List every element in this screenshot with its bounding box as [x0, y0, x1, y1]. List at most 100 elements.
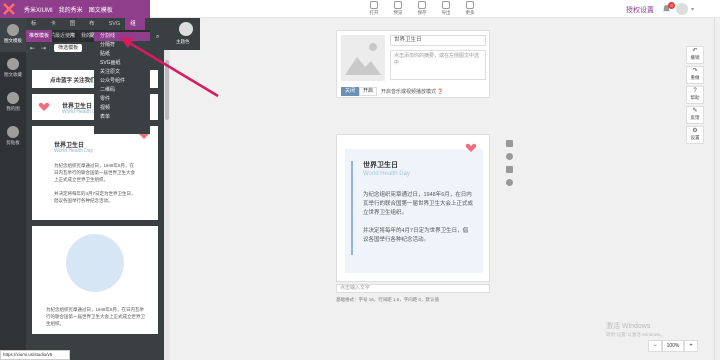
dropdown-item[interactable]: 公众号组件 [94, 77, 150, 86]
chevron-down-icon[interactable]: ▾ [691, 6, 694, 13]
tab-image[interactable]: 图片 [65, 18, 84, 39]
heart-icon [465, 143, 477, 152]
rail-label: 剪贴板 [6, 140, 20, 145]
music-off-button[interactable]: 关闭 [341, 87, 359, 96]
music-mode-text: 开启音乐或视频播放模式 [381, 89, 437, 95]
toolbar: 打开 预览 保存 导出 更多 [362, 1, 482, 16]
redo-icon: ↷ [692, 68, 698, 74]
canvas-side-tools [506, 140, 516, 192]
left-rail: 图文模板 图文收藏 我的图 剪贴板 [0, 18, 26, 360]
top-bar: 秀米XIUMI 我的秀米 图文模板 打开 预览 保存 导出 更多 授权设置 3 … [0, 0, 720, 18]
xiumi-logo-icon[interactable] [0, 0, 18, 18]
theme-color-label: 主题色 [176, 39, 190, 44]
zoom-in-icon[interactable]: + [684, 340, 698, 352]
chart-icon[interactable] [506, 166, 513, 173]
rail-item-graphic-templates[interactable]: 图文模板 [0, 18, 26, 52]
tab-layout[interactable]: 布局 [84, 18, 103, 39]
dropdown-item[interactable]: 视频 [94, 104, 150, 113]
arrow-right-icon[interactable]: ⇥ [41, 45, 46, 52]
dropdown-item[interactable]: 贴纸 [94, 50, 150, 59]
rail-item-my-images[interactable]: 我的图 [0, 86, 26, 120]
tab-title[interactable]: 标题 [26, 18, 45, 39]
category-tabs: 标题 卡片 图片 布局 SVG 组件 热门 [26, 18, 164, 39]
rail-item-collection[interactable]: 图文收藏 [0, 52, 26, 86]
tool-label: 重做 [690, 75, 700, 80]
cover-image-placeholder[interactable] [341, 35, 385, 81]
tab-component[interactable]: 组件 [125, 18, 145, 39]
format-status: 基础格式：字号 16，行间距 1.6，字间距 0，默认值 [336, 297, 440, 302]
rail-item-clipboard[interactable]: 剪贴板 [0, 120, 26, 154]
arrow-left-icon[interactable]: ⇤ [30, 45, 35, 52]
tab-svg[interactable]: SVG [104, 18, 126, 30]
tab-card[interactable]: 卡片 [45, 18, 64, 39]
redo-button[interactable]: ↷ 重做 [686, 66, 704, 84]
article-settings: 世界卫生日 点击添加你的摘要，或在左侧图文中选中 关闭 开启 开启音乐或视频播放… [336, 30, 490, 98]
status-url: https://xiumi.us/studio/v5 [0, 350, 70, 360]
grid-icon[interactable] [506, 140, 513, 147]
auth-settings-link[interactable]: 授权设置 [626, 5, 654, 15]
settings-icon: ⚙ [692, 128, 698, 134]
toolbar-label: 打开 [369, 10, 379, 15]
dropdown-item[interactable]: 表单 [94, 113, 150, 122]
watermark-line: 转到"设置"以激活 Windows。 [606, 332, 665, 337]
music-on-button[interactable]: 开启 [359, 87, 377, 96]
panel-scroll-thumb[interactable] [165, 60, 169, 120]
eye-icon[interactable] [506, 179, 513, 186]
page-scrollbar[interactable] [714, 18, 720, 360]
gear-icon[interactable] [506, 153, 513, 160]
accent-bar [351, 161, 353, 255]
article-canvas[interactable]: 世界卫生日 World Health Day 为纪念组织宪章通过日，1948年6… [336, 134, 490, 282]
brand-name[interactable]: 秀米XIUMI [24, 5, 53, 14]
card-title: 点击蓝字 关注我们 [50, 78, 96, 84]
help-button[interactable]: ? 帮助 [686, 86, 704, 104]
notification-badge: 3 [668, 2, 675, 9]
dropdown-item[interactable]: 分隔符 [94, 41, 150, 50]
toolbar-save[interactable]: 保存 [410, 1, 434, 16]
template-card[interactable]: 世界卫生日 World Health Day 为纪念组织宪章通过日，1948年6… [32, 126, 158, 220]
dropdown-item[interactable]: 关注原文 [94, 68, 150, 77]
my-xiumi-link[interactable]: 我的秀米 [59, 5, 83, 14]
tool-label: 撤销 [690, 55, 700, 60]
toolbar-label: 导出 [441, 10, 451, 15]
search-icon[interactable]: ⌕ [156, 34, 159, 41]
more-icon [466, 1, 474, 9]
settings-button[interactable]: ⚙ 设置 [686, 126, 704, 144]
dropdown-item[interactable]: 分割线 [94, 32, 150, 41]
title-input[interactable]: 世界卫生日 [390, 35, 486, 46]
template-card[interactable]: 为纪念组织宪章通过日，1948年6月，在日内瓦举行的联合国第一届世界卫生大会上正… [32, 226, 158, 334]
subtab-recent[interactable]: 最近使用 [52, 30, 78, 42]
theme-color-avatar[interactable] [179, 22, 193, 36]
feedback-button[interactable]: ✎ 反馈 [686, 106, 704, 124]
undo-button[interactable]: ↶ 撤销 [686, 46, 704, 64]
windows-watermark: 激活 Windows 转到"设置"以激活 Windows。 [606, 323, 665, 339]
dropdown-item[interactable]: 零件 [94, 95, 150, 104]
article-title[interactable]: 世界卫生日 [363, 160, 398, 170]
card-paragraph: 为纪念组织宪章通过日，1948年6月，在日内瓦举行的联合国第一届世界卫生大会上正… [54, 163, 135, 182]
toolbar-open[interactable]: 打开 [362, 1, 386, 16]
zoom-out-icon[interactable]: − [648, 340, 662, 352]
article-paragraph[interactable]: 为纪念组织宪章通过日，1948年6月，在日内瓦举行的联合国第一届世界卫生大会上正… [363, 191, 473, 218]
dropdown-item[interactable]: SVG画纸 [94, 59, 150, 68]
filter-button[interactable]: 筛选模板 [54, 44, 83, 52]
toolbar-export[interactable]: 导出 [434, 1, 458, 16]
article-subtitle[interactable]: World Health Day [363, 171, 410, 177]
help-icon: ? [693, 88, 697, 94]
summary-input[interactable]: 点击添加你的摘要，或在左侧图文中选中 [390, 50, 486, 80]
user-avatar[interactable] [676, 3, 688, 15]
dropdown-item[interactable]: 二维码 [94, 86, 150, 95]
music-mode-label: 开启音乐或视频播放模式 ❓ [381, 88, 444, 95]
toolbar-label: 保存 [417, 10, 427, 15]
help-icon[interactable]: ❓ [437, 89, 443, 95]
my-icon [7, 92, 19, 104]
right-toolbar: ↶ 撤销 ↷ 重做 ? 帮助 ✎ 反馈 ⚙ 设置 [686, 46, 704, 146]
text-input[interactable]: 点击输入文字 [336, 284, 490, 293]
rail-label: 图文模板 [4, 38, 22, 43]
export-icon [442, 1, 450, 9]
toolbar-preview[interactable]: 预览 [386, 1, 410, 16]
template-link[interactable]: 图文模板 [89, 5, 113, 14]
article-paragraph[interactable]: 并决定将每年的4月7日定为世界卫生日，倡议各国举行各种纪念活动。 [363, 227, 473, 245]
save-icon [418, 1, 426, 9]
toolbar-more[interactable]: 更多 [458, 1, 482, 16]
card-paragraph: 为纪念组织宪章通过日，1948年6月，在日内瓦举行的联合国第一届世界卫生大会上正… [46, 307, 145, 326]
subtab-recommended[interactable]: 推荐模板 [26, 30, 53, 42]
